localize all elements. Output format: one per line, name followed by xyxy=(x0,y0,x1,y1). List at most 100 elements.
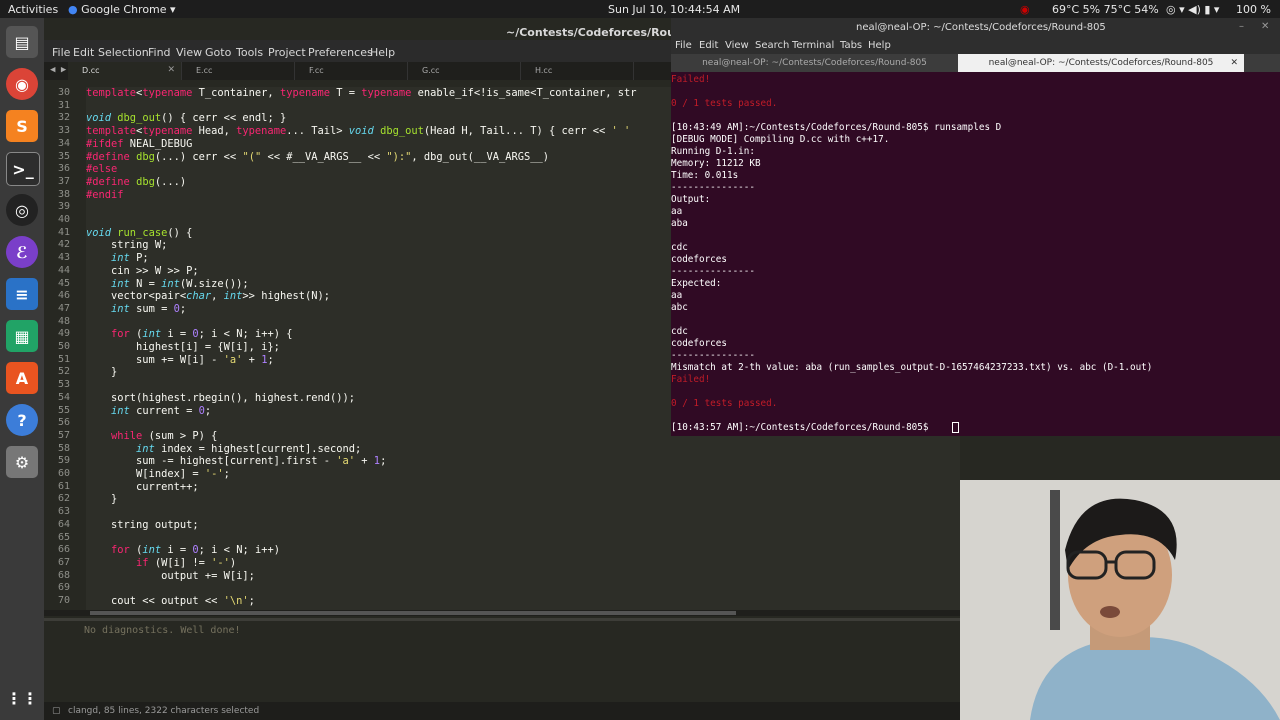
calc-icon[interactable]: ▦ xyxy=(6,320,38,352)
menu-preferences[interactable]: Preferences xyxy=(308,46,373,59)
terminal-line: --------------- xyxy=(671,350,755,361)
terminal-line: cdc xyxy=(671,242,688,253)
terminal-line: [10:43:49 AM]:~/Contests/Codeforces/Roun… xyxy=(671,122,1002,133)
settings-icon[interactable]: ⚙ xyxy=(6,446,38,478)
close-icon[interactable]: ✕ xyxy=(1230,54,1238,72)
diagnostics-message: No diagnostics. Well done! xyxy=(84,625,241,636)
app-menu[interactable]: ● Google Chrome ▾ xyxy=(68,3,176,16)
webcam-overlay xyxy=(960,480,1280,720)
battery-readout[interactable]: 100 % xyxy=(1236,3,1271,16)
code-line: #endif xyxy=(86,188,124,201)
code-line: for (int i = 0; i < N; i++) xyxy=(111,544,280,557)
menu-find[interactable]: Find xyxy=(148,46,171,59)
terminal-menubar: File Edit View Search Terminal Tabs Help xyxy=(671,38,1280,54)
software-icon[interactable]: A xyxy=(6,362,38,394)
terminal-line: Expected: xyxy=(671,278,722,289)
term-menu-search[interactable]: Search xyxy=(755,40,789,51)
terminal-tab-1[interactable]: neal@neal-OP: ~/Contests/Codeforces/Roun… xyxy=(671,54,958,72)
system-top-bar: Activities ● Google Chrome ▾ Sun Jul 10,… xyxy=(0,0,1280,18)
code-line: } xyxy=(86,493,118,506)
code-line: int current = 0; xyxy=(111,404,212,417)
term-menu-terminal[interactable]: Terminal xyxy=(792,40,834,51)
terminal-line: --------------- xyxy=(671,182,755,193)
help-icon[interactable]: ? xyxy=(6,404,38,436)
terminal-icon[interactable]: >_ xyxy=(6,152,40,186)
terminal-line: Output: xyxy=(671,194,711,205)
terminal-tabbar: neal@neal-OP: ~/Contests/Codeforces/Roun… xyxy=(671,54,1280,72)
code-line: sum -= highest[current].first - 'a' + 1; xyxy=(86,455,387,468)
terminal-tab-2[interactable]: neal@neal-OP: ~/Contests/Codeforces/Roun… xyxy=(958,54,1244,72)
close-icon[interactable]: ✕ xyxy=(1261,21,1269,32)
terminal-line: Memory: 11212 KB xyxy=(671,158,761,169)
close-icon[interactable]: ✕ xyxy=(167,65,175,75)
terminal-line: codeforces xyxy=(671,254,727,265)
term-menu-file[interactable]: File xyxy=(675,40,692,51)
terminal-line: Mismatch at 2-th value: aba (run_samples… xyxy=(671,362,1153,373)
terminal-cursor xyxy=(952,422,959,433)
tab-nav-arrows[interactable]: ◀ ▶ xyxy=(50,65,66,75)
clock[interactable]: Sun Jul 10, 10:44:54 AM xyxy=(608,3,740,16)
writer-icon[interactable]: ≡ xyxy=(6,278,38,310)
emacs-icon[interactable]: ℰ xyxy=(6,236,38,268)
horizontal-scrollbar[interactable] xyxy=(44,610,960,616)
tab-h[interactable]: H.cc xyxy=(521,62,634,80)
menu-selection[interactable]: Selection xyxy=(98,46,149,59)
tab-d[interactable]: D.cc ✕ xyxy=(68,62,182,80)
code-line: highest[i] = {W[i], i}; xyxy=(86,341,280,353)
show-apps-icon[interactable]: ⋮⋮ xyxy=(6,682,38,714)
code-line: sort(highest.rbegin(), highest.rend()); xyxy=(86,391,355,404)
obs-icon[interactable]: ◎ xyxy=(6,194,38,226)
tab-e[interactable]: E.cc xyxy=(182,62,295,80)
chrome-icon[interactable]: ◉ xyxy=(6,68,38,100)
term-menu-help[interactable]: Help xyxy=(868,40,891,51)
code-line: template<typename T_container, typename … xyxy=(86,87,637,99)
system-tray-icons[interactable]: ◎ ▾ ◀) ▮ ▾ xyxy=(1166,3,1219,16)
code-line: for (int i = 0; i < N; i++) { xyxy=(111,328,293,341)
code-area[interactable]: template<typename T_container, typename … xyxy=(44,80,660,615)
code-line: cout << output << '\n'; xyxy=(86,595,255,607)
menu-view[interactable]: View xyxy=(176,46,202,59)
terminal-line: codeforces xyxy=(671,338,727,349)
term-menu-edit[interactable]: Edit xyxy=(699,40,718,51)
sublime-icon[interactable]: S xyxy=(6,110,38,142)
record-icon: ◉ xyxy=(1020,3,1030,16)
code-line: cin >> W >> P; xyxy=(86,264,199,277)
code-line: #define dbg(...) xyxy=(86,175,187,188)
diagnostics-panel: No diagnostics. Well done! xyxy=(44,618,960,705)
terminal-output[interactable]: Failed! 0 / 1 tests passed. [10:43:49 AM]:… xyxy=(671,72,1280,436)
code-line: int P; xyxy=(111,252,149,265)
menu-tools[interactable]: Tools xyxy=(236,46,263,59)
sensors-readout[interactable]: 69°C 5% 75°C 54% xyxy=(1052,3,1159,16)
code-line: void run_case() { xyxy=(86,226,193,239)
menu-goto[interactable]: Goto xyxy=(205,46,231,59)
code-line: string W; xyxy=(86,239,168,252)
minimize-icon[interactable]: – xyxy=(1239,21,1244,32)
panel-toggle-icon[interactable]: ▢ xyxy=(52,706,61,716)
terminal-line: --------------- xyxy=(671,266,755,277)
tab-f[interactable]: F.cc xyxy=(295,62,408,80)
code-line: #else xyxy=(86,163,118,176)
menu-file[interactable]: File xyxy=(52,46,70,59)
terminal-line: 0 / 1 tests passed. xyxy=(671,398,778,409)
activities-button[interactable]: Activities xyxy=(8,3,58,16)
code-line: int N = int(W.size()); xyxy=(111,277,249,290)
terminal-line: Failed! xyxy=(671,74,711,85)
code-line: } xyxy=(86,366,118,379)
code-line: string output; xyxy=(86,518,199,531)
code-line: int index = highest[current].second; xyxy=(136,442,362,455)
terminal-line: Time: 0.011s xyxy=(671,170,739,181)
code-line: vector<pair<char, int>> highest(N); xyxy=(86,290,331,303)
term-menu-view[interactable]: View xyxy=(725,40,749,51)
terminal-title: neal@neal-OP: ~/Contests/Codeforces/Roun… xyxy=(856,22,1106,33)
terminal-line: 0 / 1 tests passed. xyxy=(671,98,778,109)
status-bar: ▢ clangd, 85 lines, 2322 characters sele… xyxy=(44,702,960,720)
status-text: clangd, 85 lines, 2322 characters select… xyxy=(68,706,260,716)
tab-g[interactable]: G.cc xyxy=(408,62,521,80)
terminal-line: [10:43:57 AM]:~/Contests/Codeforces/Roun… xyxy=(671,422,935,433)
term-menu-tabs[interactable]: Tabs xyxy=(840,40,862,51)
menu-help[interactable]: Help xyxy=(370,46,395,59)
code-line: W[index] = '-'; xyxy=(86,468,230,480)
menu-edit[interactable]: Edit xyxy=(73,46,94,59)
files-icon[interactable]: ▤ xyxy=(6,26,38,58)
menu-project[interactable]: Project xyxy=(268,46,306,59)
